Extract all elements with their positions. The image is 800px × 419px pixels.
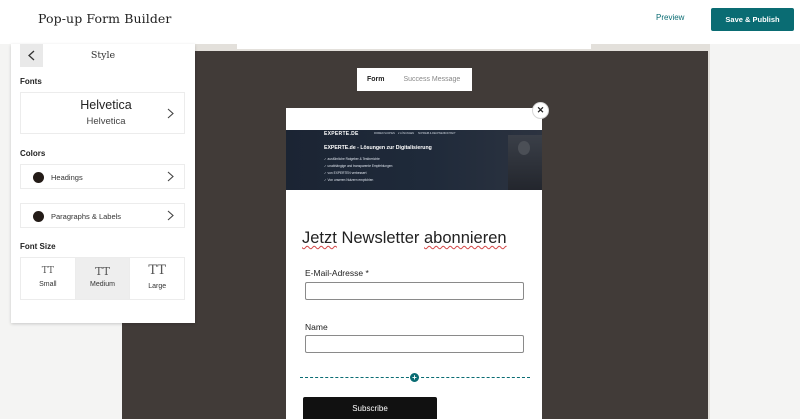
font-size-label: Large bbox=[148, 283, 167, 290]
banner-heading: EXPERTE.de - Lösungen zur Digitalisierun… bbox=[324, 145, 432, 151]
color-row-paragraphs-labels[interactable]: Paragraphs & Labels bbox=[20, 203, 185, 228]
close-icon: ✕ bbox=[536, 105, 545, 115]
subscribe-button[interactable]: Subscribe bbox=[303, 397, 437, 419]
color-row-label: Paragraphs & Labels bbox=[51, 212, 122, 221]
banner-bullet: ✓ von EXPERTEN verbessert bbox=[324, 171, 367, 175]
banner-nav-item: 2 LÖSUNGEN bbox=[398, 132, 415, 135]
font-size-small[interactable]: TT Small bbox=[21, 258, 76, 299]
font-size-label: Small bbox=[39, 281, 57, 288]
name-field-label: Name bbox=[305, 322, 328, 332]
headline-word: Jetzt bbox=[302, 229, 337, 247]
chevron-right-icon bbox=[167, 108, 174, 119]
back-button[interactable] bbox=[20, 44, 43, 67]
email-field[interactable] bbox=[305, 282, 524, 300]
headline-word: abonnieren bbox=[424, 229, 507, 247]
preview-button[interactable]: Preview bbox=[656, 13, 684, 22]
banner-nav-item: FIRMEN SUCHEN bbox=[374, 132, 395, 135]
font-size-large[interactable]: TT Large bbox=[130, 258, 184, 299]
top-bar: Pop-up Form Builder Preview Save & Publi… bbox=[0, 0, 800, 44]
headline-word: Newsletter bbox=[341, 229, 420, 247]
color-swatch bbox=[33, 172, 44, 183]
save-publish-button[interactable]: Save & Publish bbox=[711, 8, 794, 31]
banner-bullet: ✓ ausführliche Ratgeber & Testberichte bbox=[324, 157, 380, 161]
form-tabs: Form Success Message bbox=[357, 68, 472, 91]
email-field-label: E-Mail-Adresse * bbox=[305, 268, 369, 278]
color-row-headings[interactable]: Headings bbox=[20, 164, 185, 189]
style-panel: Style Fonts Helvetica Helvetica Colors H… bbox=[11, 44, 195, 323]
font-size-medium[interactable]: TT Medium bbox=[75, 258, 131, 299]
chevron-left-icon bbox=[28, 50, 35, 61]
banner-nav-item: SCHREIB & RECHNEN bbox=[418, 132, 445, 135]
font-selector[interactable]: Helvetica Helvetica bbox=[20, 92, 185, 134]
text-size-icon: TT bbox=[41, 266, 54, 276]
app-title: Pop-up Form Builder bbox=[38, 11, 172, 26]
text-size-icon: TT bbox=[95, 265, 110, 278]
fonts-section-label: Fonts bbox=[20, 77, 42, 86]
banner-nav-item: KONTAKT bbox=[444, 132, 456, 135]
popup-headline: Jetzt Newsletter abonnieren bbox=[302, 229, 507, 248]
color-row-label: Headings bbox=[51, 173, 83, 182]
banner-logo: EXPERTE.DE bbox=[324, 131, 359, 137]
chevron-right-icon bbox=[167, 210, 174, 221]
banner-person-photo bbox=[508, 135, 542, 190]
font-size-label: Medium bbox=[90, 281, 115, 288]
banner-bullet: ✓ unabhängige und transparente Empfehlun… bbox=[324, 164, 393, 168]
banner-image: EXPERTE.DE FIRMEN SUCHEN 2 LÖSUNGEN SCHR… bbox=[286, 130, 542, 190]
tab-form[interactable]: Form bbox=[367, 76, 385, 83]
tab-success-message[interactable]: Success Message bbox=[404, 76, 461, 83]
plus-icon: + bbox=[412, 373, 417, 382]
font-size-selector: TT Small TT Medium TT Large bbox=[20, 257, 185, 300]
text-size-icon: TT bbox=[148, 263, 166, 278]
add-block-button[interactable]: + bbox=[410, 373, 419, 382]
banner-bullet: ✓ Von unseren Nutzern empfohlen bbox=[324, 178, 374, 182]
chevron-right-icon bbox=[167, 171, 174, 182]
color-swatch bbox=[33, 211, 44, 222]
close-popup-button[interactable]: ✕ bbox=[532, 102, 549, 119]
body-font-name: Helvetica bbox=[86, 116, 126, 127]
name-field[interactable] bbox=[305, 335, 524, 353]
font-size-section-label: Font Size bbox=[20, 242, 56, 251]
canvas-top-strip bbox=[237, 44, 591, 49]
colors-section-label: Colors bbox=[20, 149, 46, 158]
heading-font-name: Helvetica bbox=[80, 98, 132, 112]
